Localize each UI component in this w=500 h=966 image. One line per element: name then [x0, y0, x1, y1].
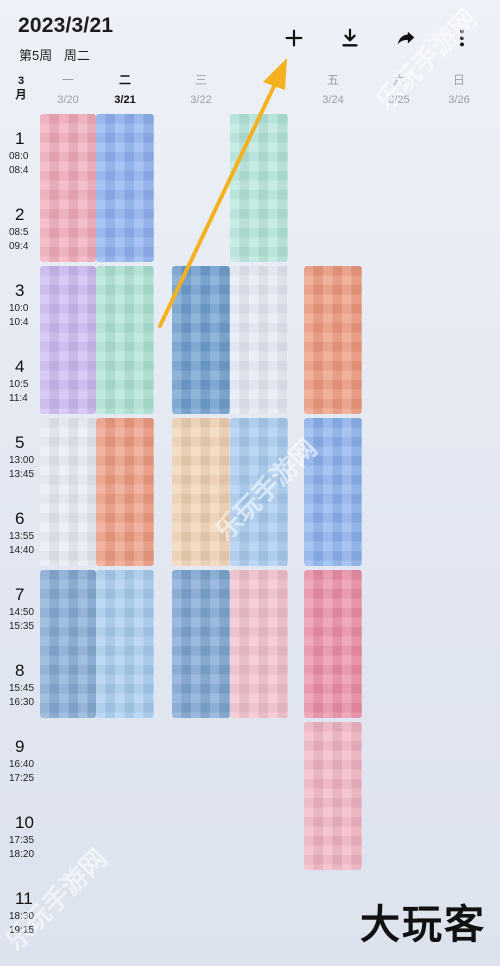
course-block[interactable]: [40, 114, 96, 262]
period-end: 10:4: [9, 317, 29, 328]
course-block[interactable]: [304, 266, 362, 414]
day-date: 3/26: [448, 94, 470, 106]
add-course-button[interactable]: [266, 22, 322, 54]
course-block[interactable]: [96, 266, 154, 414]
period-item: 6 13:55 14:40: [4, 508, 42, 558]
download-button[interactable]: [322, 22, 378, 54]
current-date-title[interactable]: 2023/3/21: [18, 14, 113, 38]
period-item: 7 14:50 15:35: [4, 584, 42, 634]
day-column-header[interactable]: [226, 72, 292, 76]
course-block[interactable]: [230, 570, 288, 718]
period-num: 2: [15, 205, 25, 224]
period-end: 11:4: [9, 393, 28, 404]
period-item: 1 08:0 08:4: [4, 128, 42, 178]
period-start: 13:00: [9, 455, 35, 466]
period-num: 4: [15, 357, 25, 376]
period-start: 08:5: [9, 227, 29, 238]
period-item: 8 15:45 16:30: [4, 660, 42, 710]
course-block[interactable]: [40, 418, 96, 566]
period-start: 16:40: [9, 759, 35, 770]
period-item: 9 16:40 17:25: [4, 736, 42, 786]
course-block[interactable]: [230, 114, 288, 262]
weekday-label: 周二: [63, 48, 90, 63]
download-icon: [342, 28, 358, 47]
course-block[interactable]: [40, 570, 96, 718]
course-block[interactable]: [96, 418, 154, 566]
course-block[interactable]: [96, 570, 154, 718]
period-num: 5: [15, 433, 25, 452]
course-block[interactable]: [40, 266, 96, 414]
watermark-logo: 大玩客: [360, 903, 486, 947]
period-start: 08:0: [9, 151, 29, 162]
course-block[interactable]: [96, 114, 154, 262]
day-weekday: 三: [194, 73, 207, 87]
course-block[interactable]: [304, 570, 362, 718]
week-number: 第5周: [19, 48, 53, 63]
course-block[interactable]: [304, 418, 362, 566]
period-start: 10:5: [9, 379, 29, 390]
period-end: 13:45: [9, 469, 35, 480]
period-item: 3 10:0 10:4: [4, 280, 42, 330]
period-num: 1: [15, 129, 25, 148]
period-start: 13:55: [9, 531, 35, 542]
period-start: 10:0: [9, 303, 29, 314]
period-num: 8: [15, 661, 25, 680]
course-block[interactable]: [172, 418, 230, 566]
period-item: 2 08:5 09:4: [4, 204, 42, 254]
period-item: 5 13:00 13:45: [4, 432, 42, 482]
day-weekday: 日: [452, 73, 465, 87]
period-item: 4 10:5 11:4: [4, 356, 42, 406]
month-unit: 月: [15, 89, 27, 101]
day-weekday: 二: [118, 73, 131, 87]
day-date: 3/24: [322, 94, 344, 106]
day-column-header[interactable]: 五 3/24: [300, 72, 366, 108]
period-start: 14:50: [9, 607, 35, 618]
period-num: 7: [15, 585, 25, 604]
course-block[interactable]: [172, 570, 230, 718]
period-end: 16:30: [9, 697, 35, 708]
day-column-header[interactable]: 日 3/26: [426, 72, 492, 108]
day-weekday: 五: [326, 73, 339, 87]
period-num: 3: [15, 281, 25, 300]
course-block[interactable]: [172, 266, 230, 414]
period-num: 10: [15, 813, 34, 832]
day-column-header[interactable]: 三 3/22: [168, 72, 234, 108]
course-block[interactable]: [230, 266, 288, 414]
week-info: 第5周 周二: [19, 45, 90, 64]
period-end: 08:4: [9, 165, 29, 176]
course-block[interactable]: [304, 722, 362, 870]
day-date: 3/21: [114, 94, 136, 106]
period-num: 9: [15, 737, 25, 756]
month-label: 3 月: [8, 74, 34, 102]
period-num: 6: [15, 509, 25, 528]
period-start: 15:45: [9, 683, 35, 694]
plus-icon: [285, 29, 303, 47]
period-end: 14:40: [9, 545, 35, 556]
period-end: 18:20: [9, 849, 35, 860]
day-date: 3/22: [190, 94, 212, 106]
period-item: 10 17:35 18:20: [4, 812, 42, 862]
period-end: 09:4: [9, 241, 29, 252]
day-column-header[interactable]: 二 3/21: [92, 72, 158, 108]
month-value: 3: [17, 75, 25, 87]
period-end: 15:35: [9, 621, 35, 632]
period-end: 17:25: [9, 773, 35, 784]
period-start: 17:35: [9, 835, 35, 846]
